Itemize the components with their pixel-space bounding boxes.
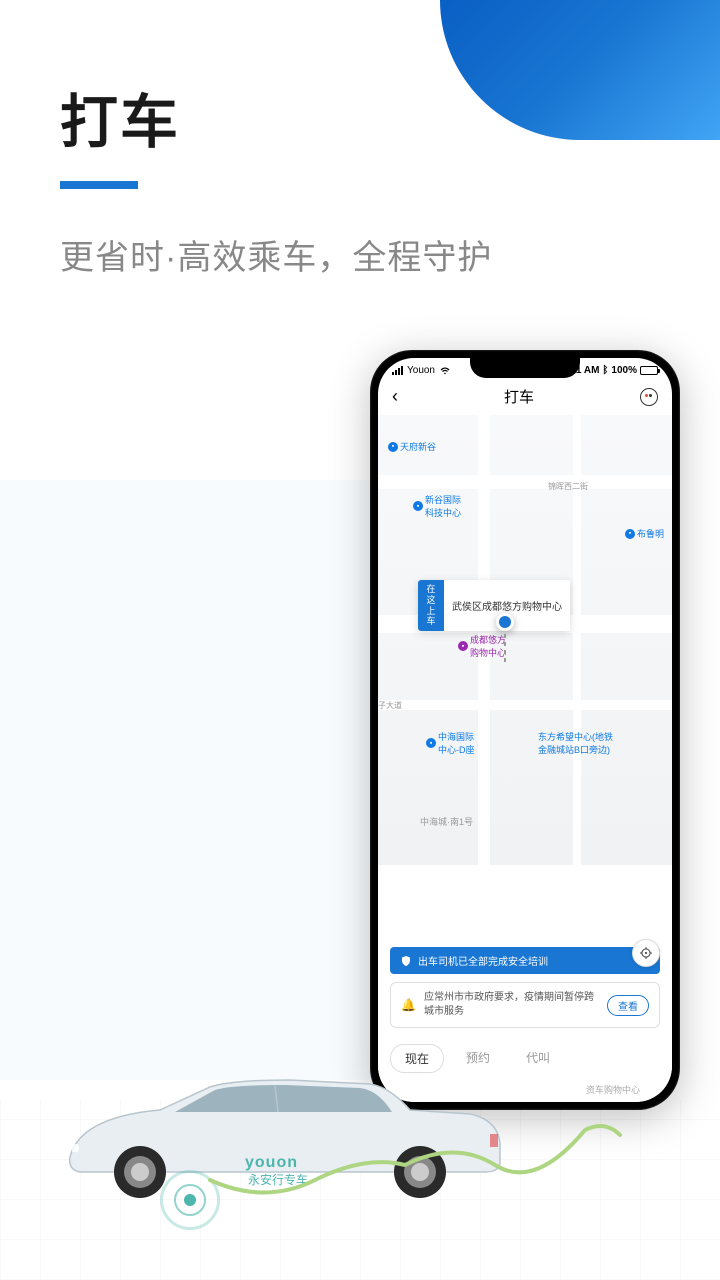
phone-screen: Youon 9:41 AM ᛒ 100% ‹ 打车 锦晖西二街 子大道 ▪天府新… — [378, 358, 672, 1102]
poi-bulu[interactable]: ▪布鲁明 — [625, 527, 664, 540]
signal-icon — [392, 366, 403, 375]
safety-banner[interactable]: 出车司机已全部完成安全培训 — [390, 947, 660, 974]
decorative-corner — [440, 0, 720, 140]
route-line — [205, 1110, 625, 1210]
pickup-tag: 在这 上车 — [418, 580, 444, 631]
page-title: 打车 — [60, 75, 180, 159]
map-view[interactable]: 锦晖西二街 子大道 ▪天府新谷 ▪新谷国际 科技中心 ▪布鲁明 ▪icp环汇商业… — [378, 415, 672, 865]
back-button[interactable]: ‹ — [392, 386, 398, 407]
street-label: 子大道 — [378, 700, 402, 711]
battery-icon — [640, 366, 658, 375]
phone-frame: Youon 9:41 AM ᛒ 100% ‹ 打车 锦晖西二街 子大道 ▪天府新… — [370, 350, 680, 1110]
phone-notch — [470, 358, 580, 378]
page-header: 打车 — [60, 75, 180, 189]
chat-icon[interactable] — [640, 388, 658, 406]
carrier-label: Youon — [407, 365, 435, 376]
background-block — [0, 480, 380, 1080]
locate-button[interactable] — [632, 939, 660, 967]
view-button[interactable]: 查看 — [607, 995, 649, 1016]
poi-zhonghai[interactable]: ▪中海国际 中心-D座 — [426, 730, 475, 756]
wifi-icon — [439, 364, 451, 376]
poi-chengdu[interactable]: ▪成都悠方 购物中心 — [458, 633, 506, 659]
car-illustration: youon 永安行专车 — [30, 1010, 590, 1230]
crosshair-icon — [639, 946, 653, 960]
bluetooth-icon: ᛒ — [602, 365, 608, 376]
poi-zhonghai2[interactable]: 中海城·南1号 — [420, 815, 473, 828]
safety-text: 出车司机已全部完成安全培训 — [418, 953, 548, 968]
battery-percent: 100% — [611, 365, 637, 376]
poi-dongfang[interactable]: 东方希望中心(地铁 金融城站B口旁边) — [538, 730, 613, 756]
poi-tianfu[interactable]: ▪天府新谷 — [388, 440, 436, 453]
street-label: 锦晖西二街 — [548, 481, 588, 492]
pickup-bubble[interactable]: 在这 上车 武侯区成都悠方购物中心 — [418, 580, 570, 631]
title-underline — [60, 181, 138, 189]
poi-xingu[interactable]: ▪新谷国际 科技中心 — [413, 493, 461, 519]
location-pin[interactable] — [496, 613, 514, 631]
app-header: ‹ 打车 — [378, 378, 672, 415]
app-title: 打车 — [504, 386, 534, 407]
shield-icon — [400, 955, 412, 967]
page-subtitle: 更省时·高效乘车，全程守护 — [60, 230, 492, 279]
